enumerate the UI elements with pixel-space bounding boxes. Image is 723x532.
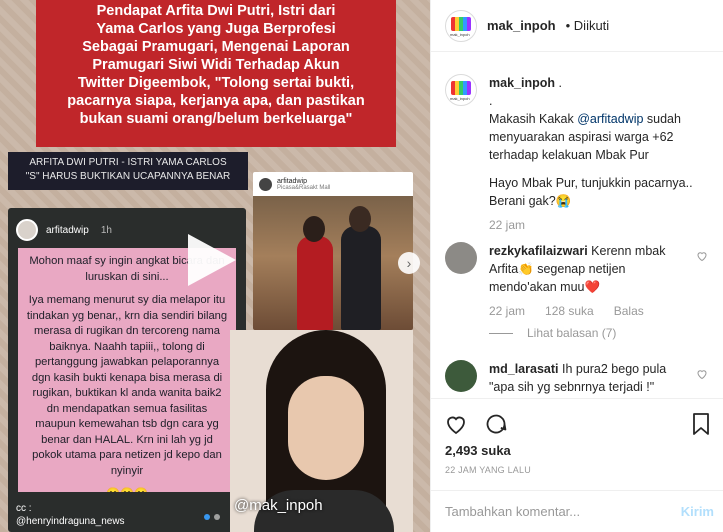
caption-strip-line1: ARFITA DWI PUTRI - ISTRI YAMA CARLOS	[29, 157, 227, 168]
caption-avatar[interactable]: mak_inpoh	[445, 74, 477, 106]
embedded-ig-post: arfitadwip Picasa&Rasakt Mall	[253, 172, 413, 330]
embedded-post-header: arfitadwip Picasa&Rasakt Mall	[253, 172, 413, 196]
post-media[interactable]: Pendapat Arfita Dwi Putri, Istri dari Ya…	[0, 0, 430, 532]
comment-time[interactable]: 22 jam	[489, 302, 525, 320]
headline-line: Twitter Digeembok, "Tolong sertai bukti,	[77, 75, 355, 91]
portrait-face	[288, 376, 364, 480]
headline-banner: Pendapat Arfita Dwi Putri, Istri dari Ya…	[36, 0, 396, 147]
post-actions: 2,493 suka 22 JAM YANG LALU	[431, 398, 723, 482]
story-cc-label: cc :	[16, 503, 32, 514]
caption-username[interactable]: mak_inpoh	[489, 76, 555, 90]
headline-line: Yama Carlos yang Juga Berprofesi	[96, 21, 336, 37]
commenter-avatar[interactable]	[445, 242, 477, 274]
embedded-avatar	[259, 177, 272, 191]
person-man-head	[349, 206, 371, 232]
person-man	[341, 226, 381, 330]
story-cc-handle: @henryindraguna_news	[16, 516, 125, 527]
person-woman	[297, 236, 333, 330]
caption-mention-link[interactable]: @arfitadwip	[577, 112, 643, 126]
comment-likes[interactable]: 128 suka	[545, 302, 594, 320]
headline-line: Sebagai Pramugari, Mengenai Laporan	[82, 39, 350, 55]
commenter-avatar[interactable]	[445, 360, 477, 392]
comment-body: rezkykafilaizwari Kerenn mbak Arfita👏 se…	[489, 242, 685, 320]
comment-body: md_larasati Ih pura2 bego pula "apa sih …	[489, 360, 685, 396]
comments-list[interactable]: mak_inpoh mak_inpoh . . Makasih Kakak @a…	[431, 52, 723, 398]
comment-input[interactable]	[445, 504, 681, 519]
post-sidebar: mak_inpoh mak_inpoh • Diikuti mak_inpoh …	[430, 0, 723, 532]
post-header: mak_inpoh mak_inpoh • Diikuti	[431, 0, 723, 52]
author-avatar[interactable]: mak_inpoh	[445, 9, 477, 42]
next-slide-icon[interactable]: ›	[398, 252, 420, 274]
like-heart-icon[interactable]	[443, 411, 469, 437]
caption-item: mak_inpoh mak_inpoh . . Makasih Kakak @a…	[445, 74, 709, 234]
story-avatar	[16, 219, 38, 241]
couple-photo	[253, 196, 413, 330]
headline-line: pacarnya siapa, kerjanya apa, dan pastik…	[67, 93, 365, 109]
post-time[interactable]: 22 JAM YANG LALU	[445, 465, 531, 475]
post-comment-button[interactable]: Kirim	[681, 504, 714, 519]
comment-reply-button[interactable]: Balas	[614, 302, 644, 320]
play-icon[interactable]	[188, 234, 236, 286]
bookmark-icon[interactable]	[688, 411, 714, 437]
caption-body: mak_inpoh . . Makasih Kakak @arfitadwip …	[489, 74, 709, 234]
watermark-handle: @mak_inpoh	[234, 497, 323, 514]
comment-meta: 22 jam 128 suka Balas	[489, 302, 685, 320]
comment-item: rezkykafilaizwari Kerenn mbak Arfita👏 se…	[445, 242, 685, 320]
story-time: 1h	[100, 224, 112, 236]
commenter-username[interactable]: md_larasati	[489, 362, 558, 376]
caption-meta: 22 jam	[489, 216, 709, 234]
carousel-dot	[214, 514, 220, 520]
view-replies[interactable]: Lihat balasan (7)	[489, 326, 616, 340]
action-icons	[443, 411, 509, 437]
caption-strip: ARFITA DWI PUTRI - ISTRI YAMA CARLOS "S"…	[8, 152, 248, 190]
embedded-username: arfitadwip	[277, 177, 307, 185]
caption-dot: .	[558, 76, 562, 90]
embedded-location: Picasa&Rasakt Mall	[277, 184, 331, 191]
avatar-logo-label: mak_inpoh	[450, 96, 470, 101]
carousel-dot-active	[204, 514, 210, 520]
comment-item: md_larasati Ih pura2 bego pula "apa sih …	[445, 360, 685, 396]
caption-text-2: Hayo Mbak Pur, tunjukkin pacarnya.. Bera…	[489, 176, 693, 208]
replies-line	[489, 332, 513, 334]
person-woman-head	[303, 216, 325, 242]
like-count[interactable]: 2,493 suka	[445, 443, 511, 458]
headline-line: Pendapat Arfita Dwi Putri, Istri dari	[96, 3, 336, 19]
commenter-username[interactable]: rezkykafilaizwari	[489, 244, 588, 258]
avatar-logo-label: mak_inpoh	[450, 31, 470, 37]
follow-status[interactable]: • Diikuti	[566, 18, 610, 33]
tv-logo-icon	[451, 81, 471, 95]
comment-like-heart-icon[interactable]	[696, 250, 708, 262]
comment-bubble-icon[interactable]	[483, 411, 509, 437]
story-paragraph: 😄😄😄	[26, 487, 228, 492]
caption-time[interactable]: 22 jam	[489, 216, 525, 234]
carousel-dots	[204, 514, 220, 520]
caption-strip-line2: "S" HARUS BUKTIKAN UCAPANNYA BENAR	[25, 171, 231, 182]
caption-text: Makasih Kakak	[489, 112, 578, 126]
tv-logo-icon	[451, 16, 471, 31]
add-comment-bar: Kirim	[431, 490, 723, 532]
headline-line: bukan suami orang/belum berkeluarga"	[79, 111, 353, 127]
view-replies-label[interactable]: Lihat balasan (7)	[527, 326, 616, 340]
story-paragraph: Iya memang menurut sy dia melapor itu ti…	[26, 294, 228, 477]
story-username: arfitadwip	[46, 224, 89, 236]
headline-line: Pramugari Siwi Widi Terhadap Akun	[92, 57, 340, 73]
story-footer: cc : @henryindraguna_news	[16, 502, 125, 528]
author-username[interactable]: mak_inpoh	[487, 18, 556, 33]
comment-like-heart-icon[interactable]	[696, 368, 708, 380]
caption-dot: .	[489, 94, 493, 108]
